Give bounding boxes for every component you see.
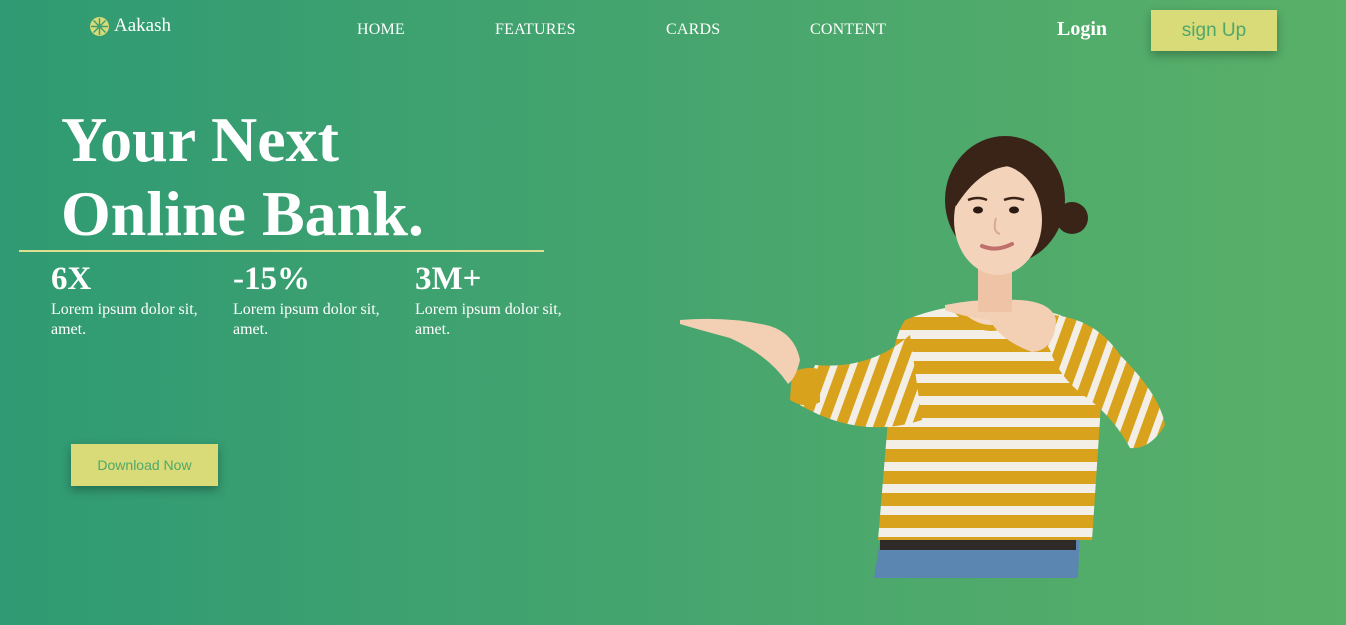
stat-item: -15% Lorem ipsum dolor sit, amet. xyxy=(233,258,383,340)
stat-value: 6X xyxy=(51,261,92,297)
stat-value: 3M+ xyxy=(415,261,482,297)
brand-name: Aakash xyxy=(114,15,171,36)
nav-link-features[interactable]: FEATURES xyxy=(495,21,576,39)
stat-description: Lorem ipsum dolor sit, amet. xyxy=(51,301,198,338)
hero-title: Your Next Online Bank. xyxy=(61,103,424,251)
hero-woman-image xyxy=(660,120,1200,580)
nav-link-content[interactable]: CONTENT xyxy=(810,21,886,39)
hero-divider xyxy=(19,250,544,252)
stat-item: 6X Lorem ipsum dolor sit, amet. xyxy=(51,258,201,340)
stat-value: -15% xyxy=(233,261,310,297)
brand-logo[interactable]: Aakash xyxy=(89,15,171,37)
stat-description: Lorem ipsum dolor sit, amet. xyxy=(233,301,380,338)
download-now-button[interactable]: Download Now xyxy=(71,444,218,486)
hero-title-line-1: Your Next xyxy=(61,104,339,175)
nav-link-home[interactable]: HOME xyxy=(357,21,405,39)
lemon-icon xyxy=(89,16,110,37)
login-link[interactable]: Login xyxy=(1057,18,1107,41)
nav-link-cards[interactable]: CARDS xyxy=(666,21,720,39)
signup-button[interactable]: sign Up xyxy=(1151,10,1277,51)
hero-title-line-2: Online Bank. xyxy=(61,178,424,249)
stat-item: 3M+ Lorem ipsum dolor sit, amet. xyxy=(415,258,565,340)
stat-description: Lorem ipsum dolor sit, amet. xyxy=(415,301,562,338)
